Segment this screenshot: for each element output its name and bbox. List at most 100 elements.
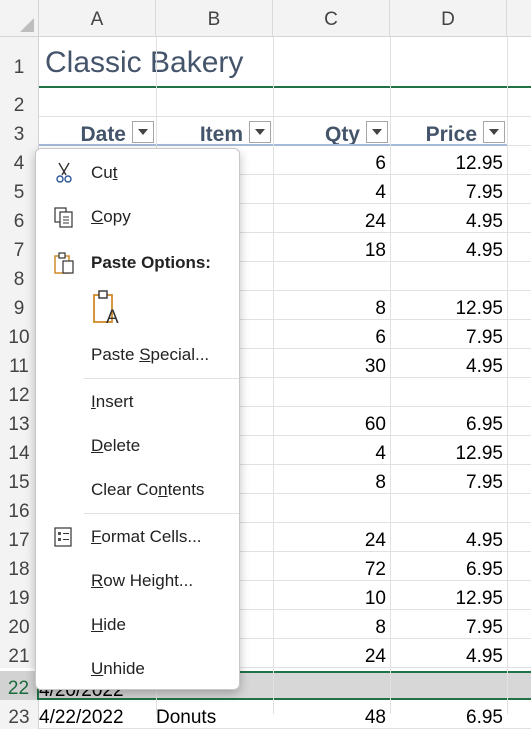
cell-price[interactable]: 6.95: [390, 552, 507, 580]
menu-item-clear-contents[interactable]: Clear Contents: [36, 471, 239, 509]
sheet-title[interactable]: Classic Bakery: [39, 37, 439, 87]
row-header[interactable]: 6: [0, 204, 39, 233]
cell-price[interactable]: 7.95: [390, 465, 507, 493]
menu-item-paste-options: Paste Options:: [36, 244, 239, 282]
menu-label-delete: Delete: [91, 436, 141, 455]
cell-price[interactable]: 4.95: [390, 523, 507, 551]
cell-price[interactable]: 4.95: [390, 233, 507, 261]
cell-qty[interactable]: 72: [273, 552, 390, 580]
row-header[interactable]: 16: [0, 494, 39, 523]
paste-keep-text-only-button[interactable]: A: [91, 289, 125, 328]
row-header[interactable]: 21: [0, 639, 39, 668]
scissors-icon: [56, 162, 72, 183]
menu-label-clear-contents: Clear Contents: [91, 480, 205, 499]
cell-qty[interactable]: 18: [273, 233, 390, 261]
row-header[interactable]: 17: [0, 523, 39, 552]
column-header-b[interactable]: B: [156, 0, 273, 36]
row-header[interactable]: 20: [0, 610, 39, 639]
cell-qty[interactable]: 8: [273, 610, 390, 638]
row-header[interactable]: 3: [0, 117, 39, 146]
menu-label-copy: Copy: [91, 207, 131, 226]
paste-text-only-icon: A: [93, 290, 119, 328]
row-header[interactable]: 8: [0, 262, 39, 291]
cell-qty[interactable]: 60: [273, 407, 390, 435]
column-header-d[interactable]: D: [390, 0, 507, 36]
cell-price[interactable]: 12.95: [390, 146, 507, 174]
row-header[interactable]: 2: [0, 88, 39, 117]
row-header[interactable]: 18: [0, 552, 39, 581]
menu-label-hide: Hide: [91, 615, 126, 634]
cell-price[interactable]: 12.95: [390, 581, 507, 609]
cell-price[interactable]: 7.95: [390, 320, 507, 348]
row-header[interactable]: 9: [0, 291, 39, 320]
table-row[interactable]: 4/22/2022 Donuts 48 6.95: [39, 700, 531, 729]
menu-label-row-height: Row Height...: [91, 571, 194, 590]
table-row[interactable]: Classic Bakery: [39, 37, 531, 88]
cell-qty[interactable]: 10: [273, 581, 390, 609]
menu-label-unhide: Unhide: [91, 659, 145, 678]
table-row[interactable]: Date Item Qty Price: [39, 117, 531, 146]
cell-qty[interactable]: 24: [273, 639, 390, 667]
cell-price[interactable]: 6.95: [390, 407, 507, 435]
cell-qty[interactable]: 30: [273, 349, 390, 377]
menu-item-row-height[interactable]: Row Height...: [36, 562, 239, 600]
row-header[interactable]: 19: [0, 581, 39, 610]
filter-dropdown-button[interactable]: [483, 121, 505, 143]
cell-price[interactable]: 12.95: [390, 291, 507, 319]
row-header[interactable]: 11: [0, 349, 39, 378]
cell-price[interactable]: 4.95: [390, 349, 507, 377]
cell-price[interactable]: 6.95: [390, 700, 507, 728]
menu-item-paste-special[interactable]: Paste Special...: [36, 336, 239, 374]
select-all-corner[interactable]: [0, 0, 39, 37]
row-header[interactable]: 4: [0, 146, 39, 175]
cell-qty[interactable]: 24: [273, 204, 390, 232]
row-header[interactable]: 10: [0, 320, 39, 349]
filter-dropdown-button[interactable]: [366, 121, 388, 143]
menu-label-insert: Insert: [91, 392, 134, 411]
row-header[interactable]: 14: [0, 436, 39, 465]
cell-item[interactable]: Donuts: [156, 700, 273, 728]
cell-price[interactable]: 4.95: [390, 639, 507, 667]
table-row[interactable]: [39, 88, 531, 117]
cell-price[interactable]: 4.95: [390, 204, 507, 232]
clipboard-icon: [54, 252, 74, 274]
row-header[interactable]: 22: [0, 671, 39, 700]
menu-item-copy[interactable]: Copy: [36, 198, 239, 236]
menu-item-hide[interactable]: Hide: [36, 606, 239, 644]
column-header-c[interactable]: C: [273, 0, 390, 36]
cell-qty[interactable]: 6: [273, 320, 390, 348]
filter-dropdown-button[interactable]: [132, 121, 154, 143]
menu-item-cut[interactable]: Cut: [36, 154, 239, 192]
menu-label-format-cells: Format Cells...: [91, 527, 202, 546]
menu-item-delete[interactable]: Delete: [36, 427, 239, 465]
row-header[interactable]: 1: [0, 37, 39, 88]
format-cells-icon: [54, 527, 72, 547]
cell-date[interactable]: 4/22/2022: [39, 700, 156, 728]
cell-qty[interactable]: 4: [273, 175, 390, 203]
cell-qty[interactable]: 4: [273, 436, 390, 464]
column-header-bar: A B C D: [39, 0, 531, 37]
row-header[interactable]: 7: [0, 233, 39, 262]
menu-item-format-cells[interactable]: Format Cells...: [36, 518, 239, 556]
cell-qty[interactable]: 8: [273, 465, 390, 493]
cell-price[interactable]: 7.95: [390, 175, 507, 203]
row-header[interactable]: 5: [0, 175, 39, 204]
row-header[interactable]: 15: [0, 465, 39, 494]
menu-item-insert[interactable]: Insert: [36, 383, 239, 421]
cell-price[interactable]: 12.95: [390, 436, 507, 464]
menu-label-paste-options: Paste Options:: [91, 253, 211, 272]
cell-qty[interactable]: 8: [273, 291, 390, 319]
menu-label-cut: Cut: [91, 163, 118, 182]
column-header-a[interactable]: A: [39, 0, 156, 36]
row-header[interactable]: 12: [0, 378, 39, 407]
menu-item-unhide[interactable]: Unhide: [36, 650, 239, 688]
row-header[interactable]: 23: [0, 700, 39, 729]
cell-qty[interactable]: 48: [273, 700, 390, 728]
cell-qty[interactable]: 24: [273, 523, 390, 551]
cell-price[interactable]: 7.95: [390, 610, 507, 638]
context-menu: Cut Copy Paste Options: A Paste Special.…: [35, 148, 240, 690]
cell-qty[interactable]: 6: [273, 146, 390, 174]
row-header[interactable]: 13: [0, 407, 39, 436]
svg-text:A: A: [106, 307, 119, 327]
filter-dropdown-button[interactable]: [249, 121, 271, 143]
